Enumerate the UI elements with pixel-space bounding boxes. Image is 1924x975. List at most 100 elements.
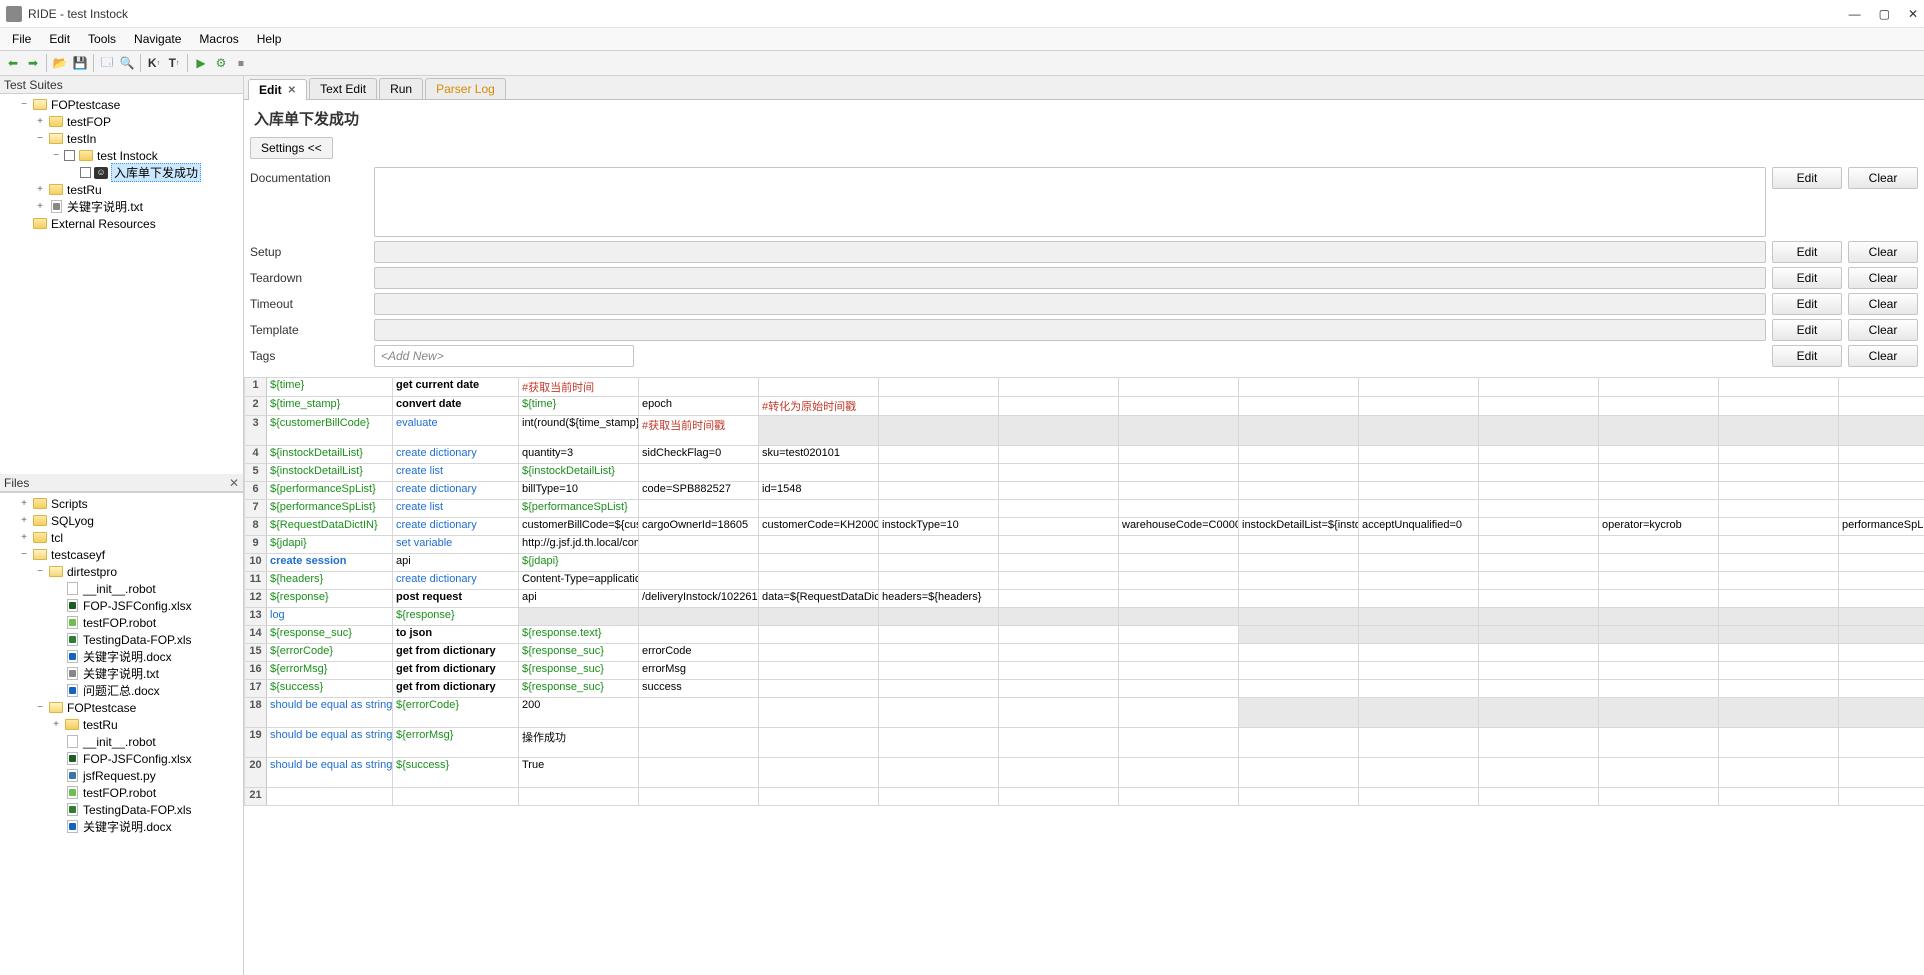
grid-row[interactable]: 10create sessionapi${jdapi} <box>245 554 1924 572</box>
grid-cell[interactable] <box>1479 518 1599 536</box>
grid-cell[interactable]: 操作成功 <box>519 728 639 758</box>
grid-cell[interactable]: code=SPB882527 <box>639 482 759 500</box>
grid-cell[interactable]: errorCode <box>639 644 759 662</box>
grid-cell[interactable] <box>1839 788 1924 806</box>
grid-cell[interactable]: http://g.jsf.jd.th.local/com <box>519 536 639 554</box>
tab-text-edit[interactable]: Text Edit <box>309 78 377 99</box>
grid-cell[interactable] <box>1719 758 1839 788</box>
menu-file[interactable]: File <box>4 30 39 48</box>
grid-row[interactable]: 18should be equal as strings${errorCode}… <box>245 698 1924 728</box>
grid-cell[interactable] <box>999 397 1119 416</box>
grid-cell[interactable]: quantity=3 <box>519 446 639 464</box>
grid-cell[interactable]: ${response} <box>267 590 393 608</box>
collapse-icon[interactable]: − <box>18 99 30 111</box>
tree-toggler-icon[interactable]: + <box>50 719 62 731</box>
grid-cell[interactable] <box>999 446 1119 464</box>
grid-cell[interactable]: #转化为原始时间戳 <box>759 397 879 416</box>
grid-row[interactable]: 21 <box>245 788 1924 806</box>
grid-cell[interactable] <box>1359 554 1479 572</box>
grid-cell[interactable] <box>1599 758 1719 788</box>
grid-cell[interactable] <box>879 608 999 626</box>
maximize-button[interactable]: ▢ <box>1879 7 1890 21</box>
grid-cell[interactable]: sidCheckFlag=0 <box>639 446 759 464</box>
grid-cell[interactable] <box>1239 416 1359 446</box>
grid-cell[interactable]: create list <box>393 500 519 518</box>
grid-cell[interactable] <box>1839 536 1924 554</box>
tree-toggler-icon[interactable] <box>50 736 62 748</box>
tree-node[interactable]: 入库单下发成功 <box>0 164 243 181</box>
tags-edit-button[interactable]: Edit <box>1772 345 1842 367</box>
grid-cell[interactable] <box>1719 378 1839 397</box>
save-button[interactable]: 💾 <box>71 54 89 72</box>
grid-cell[interactable] <box>759 680 879 698</box>
grid-cell[interactable] <box>1839 378 1924 397</box>
grid-row[interactable]: 8${RequestDataDictIN}create dictionarycu… <box>245 518 1924 536</box>
file-tree-node[interactable]: −dirtestpro <box>0 563 243 580</box>
grid-cell[interactable]: ${jdapi} <box>519 554 639 572</box>
grid-cell[interactable] <box>759 662 879 680</box>
grid-cell[interactable] <box>519 788 639 806</box>
grid-cell[interactable] <box>1359 416 1479 446</box>
timeout-field[interactable] <box>374 293 1766 315</box>
file-tree-node[interactable]: −FOPtestcase <box>0 699 243 716</box>
grid-cell[interactable] <box>1719 518 1839 536</box>
grid-row[interactable]: 14${response_suc}to json${response.text} <box>245 626 1924 644</box>
grid-cell[interactable] <box>1599 554 1719 572</box>
grid-cell[interactable] <box>1239 626 1359 644</box>
grid-cell[interactable] <box>639 378 759 397</box>
grid-cell[interactable] <box>1719 728 1839 758</box>
grid-cell[interactable] <box>999 482 1119 500</box>
grid-cell[interactable]: customerCode=KH20000 <box>759 518 879 536</box>
grid-cell[interactable] <box>519 608 639 626</box>
grid-cell[interactable] <box>1599 680 1719 698</box>
grid-cell[interactable] <box>1599 500 1719 518</box>
grid-row[interactable]: 4${instockDetailList}create dictionaryqu… <box>245 446 1924 464</box>
grid-cell[interactable] <box>1239 608 1359 626</box>
tree-node[interactable]: External Resources <box>0 215 243 232</box>
file-tree-node[interactable]: testFOP.robot <box>0 784 243 801</box>
grid-cell[interactable]: convert date <box>393 397 519 416</box>
grid-cell[interactable] <box>1359 482 1479 500</box>
grid-cell[interactable] <box>879 662 999 680</box>
tree-toggler-icon[interactable]: + <box>18 498 30 510</box>
grid-cell[interactable] <box>1719 536 1839 554</box>
grid-cell[interactable] <box>1719 572 1839 590</box>
menu-macros[interactable]: Macros <box>191 30 246 48</box>
grid-cell[interactable]: cargoOwnerId=18605 <box>639 518 759 536</box>
grid-cell[interactable] <box>999 662 1119 680</box>
grid-cell[interactable] <box>1719 500 1839 518</box>
menu-help[interactable]: Help <box>249 30 290 48</box>
grid-cell[interactable] <box>1839 662 1924 680</box>
grid-cell[interactable] <box>879 572 999 590</box>
grid-row[interactable]: 20should be equal as strings${success}Tr… <box>245 758 1924 788</box>
grid-cell[interactable] <box>759 572 879 590</box>
grid-cell[interactable] <box>1359 446 1479 464</box>
grid-cell[interactable]: headers=${headers} <box>879 590 999 608</box>
grid-row[interactable]: 17${success}get from dictionary${respons… <box>245 680 1924 698</box>
grid-cell[interactable] <box>1359 572 1479 590</box>
grid-cell[interactable] <box>879 698 999 728</box>
grid-cell[interactable] <box>999 378 1119 397</box>
template-edit-button[interactable]: Edit <box>1772 319 1842 341</box>
grid-cell[interactable]: should be equal as strings <box>267 698 393 728</box>
grid-cell[interactable] <box>1479 500 1599 518</box>
grid-cell[interactable] <box>1599 626 1719 644</box>
grid-cell[interactable] <box>1119 644 1239 662</box>
grid-cell[interactable]: ${time} <box>519 397 639 416</box>
tree-node[interactable]: −test Instock <box>0 147 243 164</box>
grid-cell[interactable]: ${response.text} <box>519 626 639 644</box>
grid-cell[interactable] <box>1479 536 1599 554</box>
run-button[interactable]: ▶ <box>192 54 210 72</box>
grid-cell[interactable]: create dictionary <box>393 518 519 536</box>
grid-cell[interactable]: epoch <box>639 397 759 416</box>
grid-cell[interactable] <box>1479 698 1599 728</box>
grid-cell[interactable]: ${errorCode} <box>267 644 393 662</box>
grid-cell[interactable]: operator=kycrob <box>1599 518 1719 536</box>
grid-cell[interactable] <box>1479 416 1599 446</box>
grid-cell[interactable] <box>1719 680 1839 698</box>
grid-cell[interactable]: to json <box>393 626 519 644</box>
grid-cell[interactable]: int(round(${time_stamp} * 1000)) <box>519 416 639 446</box>
grid-cell[interactable] <box>1239 590 1359 608</box>
teardown-field[interactable] <box>374 267 1766 289</box>
grid-cell[interactable] <box>1119 482 1239 500</box>
